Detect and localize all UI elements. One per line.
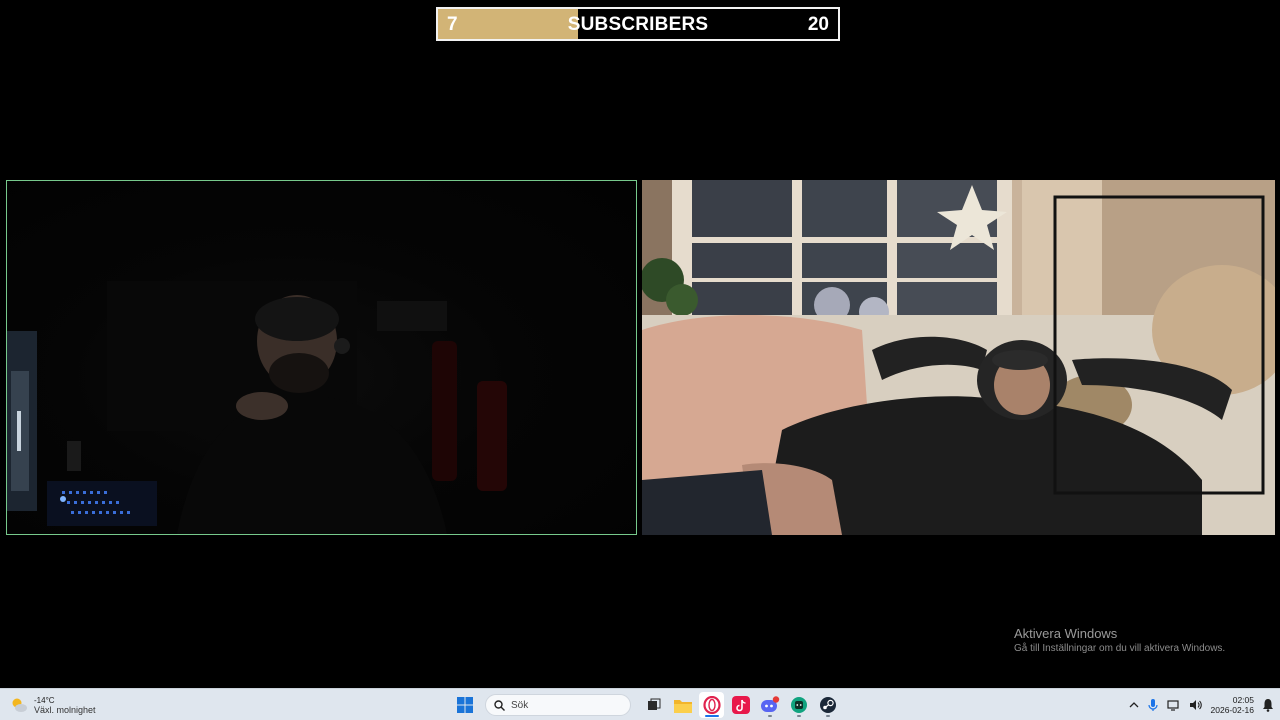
subscriber-goal-bar: 7 SUBSCRIBERS 20	[436, 7, 840, 41]
stream-canvas: 7 SUBSCRIBERS 20 Aktivera Windows Gå til…	[0, 0, 1280, 688]
webcam-left-scene	[7, 281, 507, 534]
webcam-feed-left	[6, 180, 637, 535]
network-icon[interactable]	[1166, 699, 1181, 711]
search-placeholder: Sök	[511, 699, 529, 711]
webcam-feed-right	[642, 180, 1275, 535]
weather-description: Växl. molnighet	[34, 704, 96, 715]
running-indicator	[704, 715, 719, 717]
windows-start-icon	[456, 697, 473, 713]
weather-widget[interactable]: -14°C Växl. molnighet	[10, 693, 96, 717]
start-button[interactable]	[452, 692, 477, 718]
running-indicator	[825, 715, 830, 717]
system-tray: 02:05 2026-02-16	[1129, 693, 1274, 717]
partly-cloudy-icon	[12, 698, 27, 712]
steam-button[interactable]	[815, 692, 840, 718]
file-explorer-icon	[673, 699, 692, 713]
volume-icon[interactable]	[1189, 699, 1203, 711]
chatgpt-icon	[790, 697, 807, 713]
watermark-title: Aktivera Windows	[1014, 626, 1118, 641]
taskbar-search[interactable]: Sök	[485, 694, 631, 716]
file-explorer-button[interactable]	[670, 692, 695, 718]
running-indicator	[796, 715, 801, 717]
microphone-icon[interactable]	[1147, 698, 1159, 712]
watermark-subtitle: Gå till Inställningar om du vill aktiver…	[1014, 643, 1226, 654]
opera-gx-button[interactable]	[699, 692, 724, 718]
tiktok-icon	[731, 696, 750, 714]
running-indicator	[767, 715, 772, 717]
clock-date: 2026-02-16	[1210, 705, 1254, 715]
clock-time: 02:05	[1232, 695, 1254, 705]
task-view-button[interactable]	[641, 692, 666, 718]
webcam-right-scene	[642, 180, 1275, 535]
taskbar: -14°C Växl. molnighet Sök 02:05 2026-02-…	[0, 688, 1280, 720]
weather-temperature: -14°C	[34, 695, 55, 705]
taskbar-center: Sök	[452, 692, 840, 718]
search-icon	[494, 699, 505, 711]
task-view-icon	[647, 698, 660, 710]
chevron-up-icon[interactable]	[1129, 700, 1139, 710]
windows-activation-watermark: Aktivera Windows Gå till Inställningar o…	[1014, 626, 1225, 654]
taskbar-clock[interactable]: 02:05 2026-02-16	[1211, 695, 1254, 715]
opera-gx-icon	[702, 696, 721, 714]
discord-icon	[760, 696, 779, 712]
tiktok-button[interactable]	[728, 692, 753, 718]
notification-bell-icon[interactable]	[1262, 698, 1274, 712]
subscriber-goal-label: SUBSCRIBERS	[567, 14, 709, 35]
steam-icon	[819, 697, 836, 713]
discord-button[interactable]	[757, 692, 782, 718]
chatgpt-button[interactable]	[786, 692, 811, 718]
subscriber-goal-target: 20	[807, 14, 829, 35]
